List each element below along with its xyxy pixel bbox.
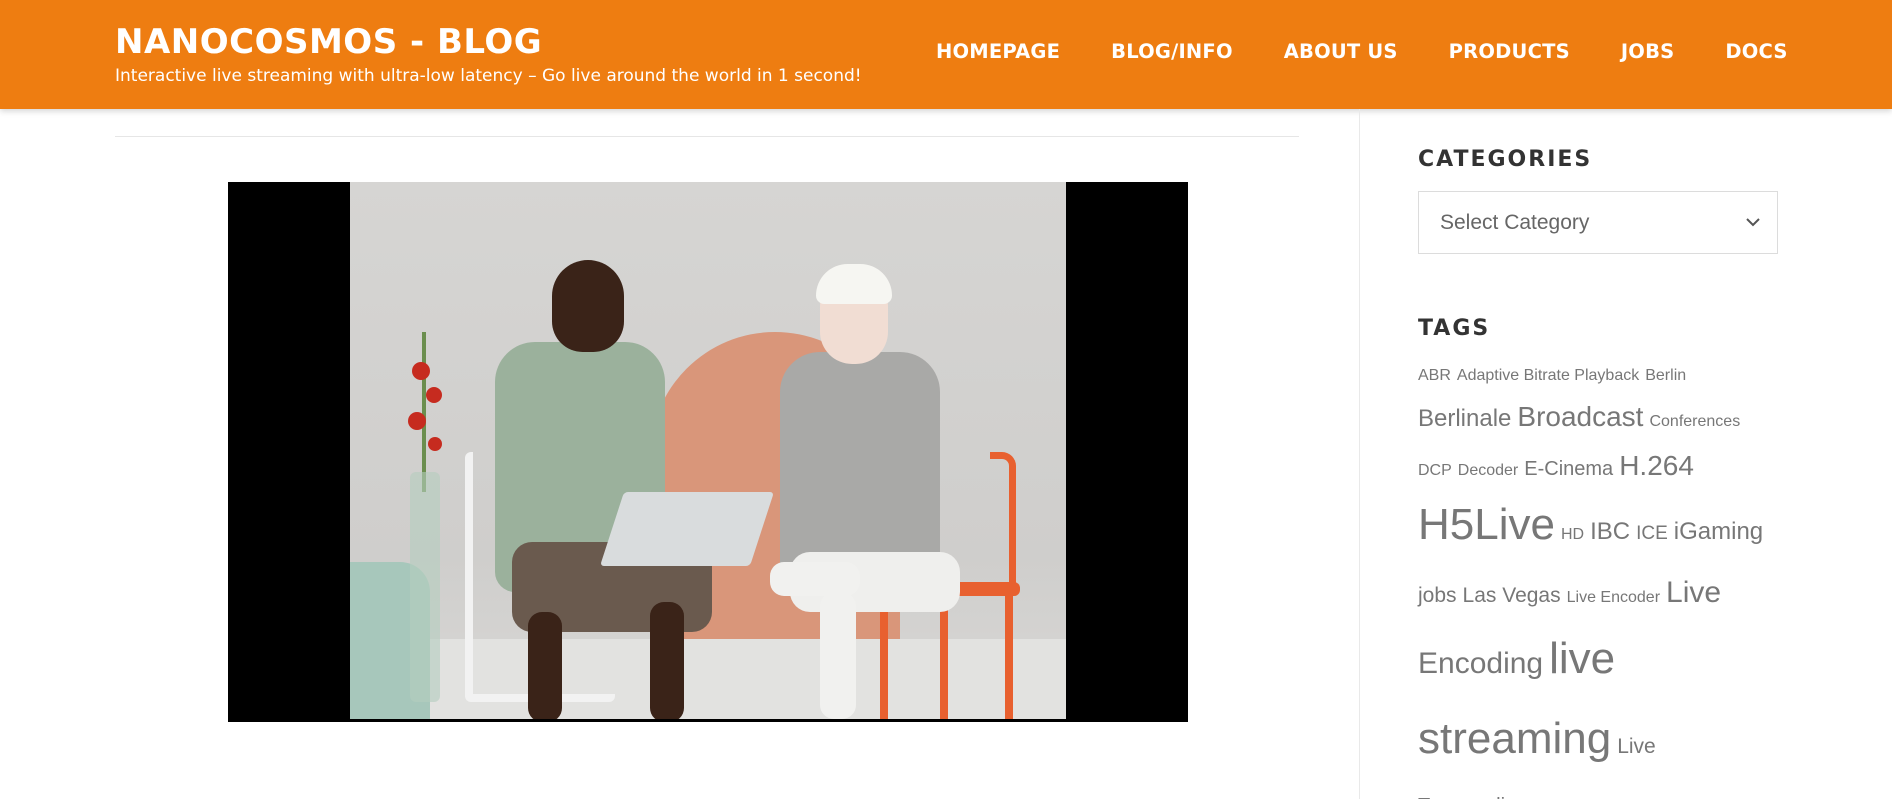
tag-link[interactable]: Berlin: [1645, 367, 1686, 384]
tag-link[interactable]: Transcoding: [1418, 795, 1527, 799]
tag-link[interactable]: Berlinale: [1418, 405, 1511, 432]
tag-line: streaming Live: [1418, 704, 1778, 784]
tag-link[interactable]: DCP: [1418, 462, 1452, 479]
tag-link[interactable]: Conferences: [1649, 413, 1740, 430]
site-header: NANOCOSMOS - BLOG Interactive live strea…: [0, 0, 1892, 109]
video-frame-image: [350, 182, 1066, 719]
tag-line: Encoding live: [1418, 624, 1778, 704]
tag-line: ABR Adaptive Bitrate Playback Berlin: [1418, 357, 1778, 395]
tag-link[interactable]: live: [1549, 634, 1615, 683]
tag-link[interactable]: Adaptive Bitrate Playback: [1457, 367, 1639, 384]
tag-link[interactable]: H.264: [1619, 450, 1694, 481]
tag-link[interactable]: ABR: [1418, 367, 1451, 384]
tag-link[interactable]: Broadcast: [1517, 401, 1643, 432]
tag-link[interactable]: Live Encoder: [1567, 589, 1660, 606]
nav-item-homepage[interactable]: HOMEPAGE: [936, 40, 1060, 63]
tag-link[interactable]: Live: [1617, 735, 1656, 758]
tag-link[interactable]: IBC: [1590, 518, 1630, 545]
tag-link[interactable]: iGaming: [1674, 518, 1763, 545]
site-tagline: Interactive live streaming with ultra-lo…: [115, 66, 862, 86]
sidebar-divider: [1359, 109, 1360, 799]
chevron-down-icon: [1746, 218, 1760, 227]
tag-line: DCP Decoder E-Cinema H.264: [1418, 444, 1778, 493]
tag-link[interactable]: E-Cinema: [1524, 458, 1613, 480]
nav-item-blog-info[interactable]: BLOG/INFO: [1111, 40, 1233, 63]
tag-link[interactable]: Encoding: [1418, 647, 1543, 680]
site-title[interactable]: NANOCOSMOS - BLOG: [115, 22, 862, 62]
tag-line: H5Live HD IBC ICE iGaming: [1418, 493, 1778, 567]
nav-item-docs[interactable]: DOCS: [1725, 40, 1787, 63]
category-select[interactable]: Select Category: [1418, 191, 1778, 254]
tag-link[interactable]: HD: [1561, 526, 1584, 543]
tag-cloud: ABR Adaptive Bitrate Playback Berlin Berlin…: [1418, 357, 1778, 799]
nav-item-about-us[interactable]: ABOUT US: [1284, 40, 1398, 63]
tag-line: TranscodingLive Video EncoderLondon: [1418, 784, 1778, 799]
tag-link[interactable]: Decoder: [1458, 462, 1518, 479]
nav-item-products[interactable]: PRODUCTS: [1449, 40, 1570, 63]
tag-link[interactable]: jobs: [1418, 584, 1457, 607]
tag-link[interactable]: Las Vegas: [1463, 584, 1561, 607]
tag-link[interactable]: Live: [1666, 576, 1721, 609]
content-divider: [115, 136, 1299, 137]
tag-link[interactable]: ICE: [1636, 523, 1668, 544]
tags-title: TAGS: [1418, 316, 1491, 341]
category-select-value: Select Category: [1440, 210, 1590, 234]
tag-line: Berlinale Broadcast Conferences: [1418, 395, 1778, 444]
main-nav: HOMEPAGE BLOG/INFO ABOUT US PRODUCTS JOB…: [936, 40, 1788, 63]
tag-line: jobs Las Vegas Live Encoder Live: [1418, 567, 1778, 624]
site-branding: NANOCOSMOS - BLOG Interactive live strea…: [115, 22, 862, 86]
categories-title: CATEGORIES: [1418, 147, 1593, 172]
tag-link[interactable]: streaming: [1418, 714, 1611, 763]
tag-link[interactable]: H5Live: [1418, 500, 1555, 549]
nav-item-jobs[interactable]: JOBS: [1621, 40, 1675, 63]
featured-video[interactable]: [228, 182, 1188, 722]
